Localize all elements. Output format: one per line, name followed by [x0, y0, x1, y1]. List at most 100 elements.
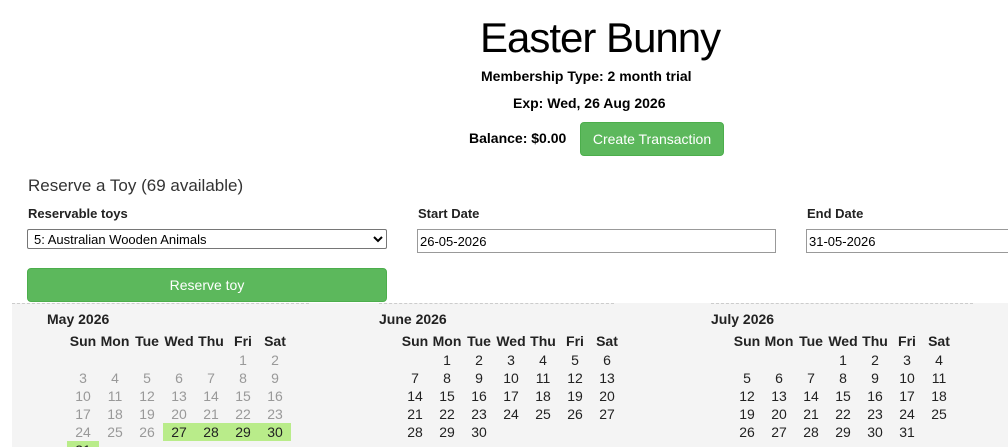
calendar-day: 2	[271, 352, 279, 368]
calendar-day[interactable]: 25	[527, 405, 559, 423]
start-date-input[interactable]	[417, 229, 776, 253]
calendar-day[interactable]: 1	[827, 351, 859, 369]
create-transaction-button[interactable]: Create Transaction	[580, 122, 724, 156]
calendar-day[interactable]: 18	[527, 387, 559, 405]
calendar-day[interactable]: 14	[399, 387, 431, 405]
calendar-day[interactable]: 15	[827, 387, 859, 405]
calendar-day[interactable]: 16	[859, 387, 891, 405]
calendar-week: 21 22 23 24 25 26 27	[379, 405, 641, 423]
calendar-day[interactable]: 22	[827, 405, 859, 423]
calendar-day[interactable]: 30	[463, 423, 495, 441]
calendar-day[interactable]: 9	[859, 369, 891, 387]
calendar-day[interactable]: 28	[399, 423, 431, 441]
calendar-day[interactable]: 13	[763, 387, 795, 405]
calendar-day[interactable]: 10	[891, 369, 923, 387]
member-header: Easter Bunny Membership Type: 2 month tr…	[0, 0, 1008, 160]
calendar-day[interactable]: 12	[731, 387, 763, 405]
membership-expiry: Exp: Wed, 26 Aug 2026	[513, 95, 666, 111]
calendar-day-selected[interactable]: 27	[163, 423, 195, 441]
calendar-day[interactable]: 5	[731, 369, 763, 387]
calendar-week: 12	[47, 351, 309, 369]
calendar-day[interactable]: 22	[431, 405, 463, 423]
calendar-day[interactable]: 3	[495, 351, 527, 369]
calendar-day-selected[interactable]: 29	[227, 423, 259, 441]
calendar-day: 21	[203, 406, 219, 422]
calendar-day[interactable]: 16	[463, 387, 495, 405]
calendar-day[interactable]: 17	[891, 387, 923, 405]
weekday-header: Sun Mon Tue Wed Thu Fri Sat	[47, 333, 309, 351]
reservable-toys-select[interactable]: 5: Australian Wooden Animals	[27, 229, 387, 249]
weekday-label: Sat	[264, 333, 286, 349]
calendar-day[interactable]: 27	[763, 423, 795, 441]
weekday-label: Thu	[530, 333, 556, 349]
calendar-day[interactable]: 7	[795, 369, 827, 387]
calendar-day[interactable]: 19	[559, 387, 591, 405]
calendar-day: 6	[175, 370, 183, 386]
calendar-day[interactable]: 9	[463, 369, 495, 387]
calendar-day[interactable]: 1	[431, 351, 463, 369]
calendar-day[interactable]: 21	[399, 405, 431, 423]
calendar-day: 8	[239, 370, 247, 386]
calendar-day[interactable]: 11	[527, 369, 559, 387]
calendar-day[interactable]: 12	[559, 369, 591, 387]
weekday-label: Sun	[69, 333, 97, 349]
calendar-week: 123456	[379, 351, 641, 369]
calendar-week: 19 20 21 22 23 24 25	[711, 405, 973, 423]
calendar-day[interactable]: 7	[399, 369, 431, 387]
calendar-day[interactable]: 15	[431, 387, 463, 405]
calendar-day[interactable]: 20	[763, 405, 795, 423]
calendar-day[interactable]: 2	[463, 351, 495, 369]
calendar-day[interactable]: 24	[891, 405, 923, 423]
reserve-toy-button[interactable]: Reserve toy	[27, 268, 387, 302]
calendar-day[interactable]: 26	[731, 423, 763, 441]
calendar-day[interactable]: 3	[891, 351, 923, 369]
calendar-day[interactable]: 11	[923, 369, 955, 387]
end-date-input[interactable]	[806, 229, 1008, 253]
availability-calendar: May 2026 Sun Mon Tue Wed Thu Fri Sat 123456789…	[12, 303, 1008, 447]
calendar-day[interactable]: 20	[591, 387, 623, 405]
start-date-label: Start Date	[418, 206, 480, 221]
calendar-day[interactable]: 31	[891, 423, 923, 441]
calendar-day[interactable]: 28	[795, 423, 827, 441]
calendar-day[interactable]: 5	[559, 351, 591, 369]
calendar-day[interactable]: 27	[591, 405, 623, 423]
reservable-toys-label: Reservable toys	[28, 206, 128, 221]
weekday-label: Tue	[467, 333, 491, 349]
calendar-day[interactable]: 19	[731, 405, 763, 423]
calendar-day[interactable]: 21	[795, 405, 827, 423]
calendar-day[interactable]: 26	[559, 405, 591, 423]
calendar-day[interactable]: 2	[859, 351, 891, 369]
calendar-day-selected[interactable]: 31	[67, 441, 99, 447]
calendar-day[interactable]: 23	[463, 405, 495, 423]
calendar-day[interactable]: 8	[431, 369, 463, 387]
calendar-day[interactable]: 13	[591, 369, 623, 387]
calendar-week: 5 6 7 8 9 10 11	[711, 369, 973, 387]
reserve-heading: Reserve a Toy (69 available)	[28, 176, 244, 195]
calendar-day-selected[interactable]: 30	[259, 423, 291, 441]
month-days: 1 2 3 4 5 6 7 8 9 10 11 12 13 14 15 16 17 18 19 20 21 22 23 24 2…	[379, 351, 641, 441]
weekday-label: Tue	[135, 333, 159, 349]
calendar-day[interactable]: 10	[495, 369, 527, 387]
calendar-day[interactable]: 29	[827, 423, 859, 441]
calendar-day[interactable]: 6	[763, 369, 795, 387]
calendar-day[interactable]: 14	[795, 387, 827, 405]
member-name: Easter Bunny	[480, 14, 721, 61]
calendar-day[interactable]: 29	[431, 423, 463, 441]
calendar-day[interactable]: 4	[923, 351, 955, 369]
weekday-label: Sat	[596, 333, 618, 349]
calendar-day[interactable]: 18	[923, 387, 955, 405]
calendar-day[interactable]: 4	[527, 351, 559, 369]
calendar-day-selected[interactable]: 28	[195, 423, 227, 441]
calendar-day[interactable]: 8	[827, 369, 859, 387]
calendar-day[interactable]: 17	[495, 387, 527, 405]
calendar-day[interactable]: 6	[591, 351, 623, 369]
calendar-day: 13	[171, 388, 187, 404]
calendar-day[interactable]: 24	[495, 405, 527, 423]
month-divider	[711, 303, 973, 304]
calendar-day: 9	[271, 370, 279, 386]
calendar-day[interactable]: 25	[923, 405, 955, 423]
calendar-day[interactable]: 30	[859, 423, 891, 441]
weekday-label: Thu	[198, 333, 224, 349]
calendar-day[interactable]: 23	[859, 405, 891, 423]
calendar-month: May 2026 Sun Mon Tue Wed Thu Fri Sat 123456789…	[12, 303, 309, 447]
